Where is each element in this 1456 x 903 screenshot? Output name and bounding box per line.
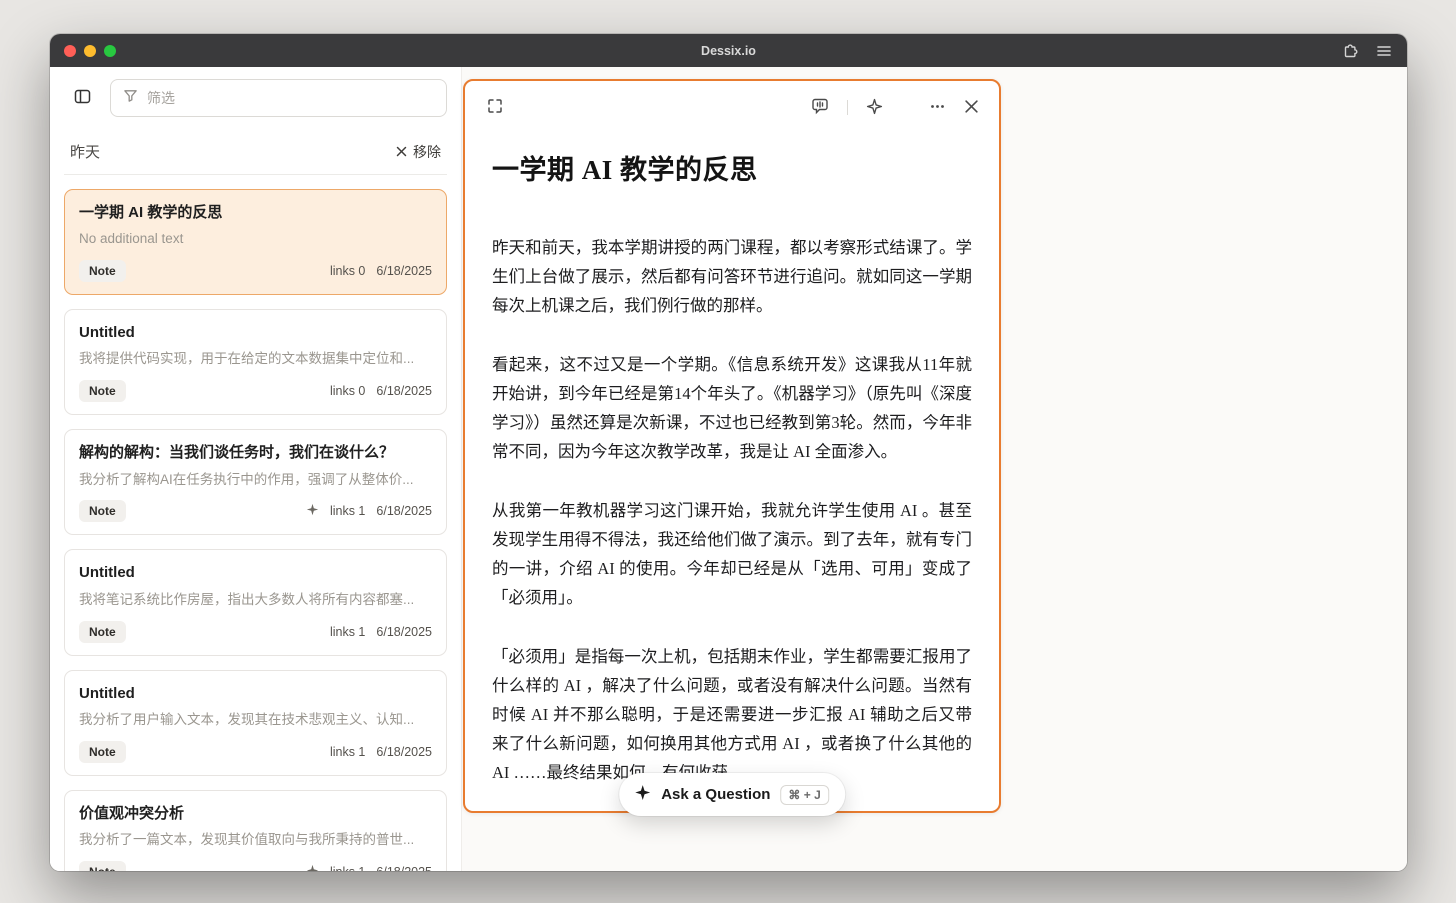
links-count: links 1 [329,504,366,519]
panel-left-icon [73,87,92,109]
note-badge: Note [79,740,126,763]
document-toolbar [465,81,999,122]
close-icon [964,99,979,117]
links-count: links 1 [329,744,366,759]
note-badge: Note [79,260,126,283]
sparkle-icon [866,98,883,118]
note-badge: Note [79,380,126,403]
document-paragraph: 看起来，这不过又是一个学期。《信息系统开发》这课我从11年就开始讲，到今年已经是… [492,355,972,461]
close-document-button[interactable] [964,99,979,117]
note-date: 6/18/2025 [376,865,432,871]
document-paragraph: 昨天和前天，我本学期讲授的两门课程，都以考察形式结课了。学生们上台做了展示，然后… [492,238,972,315]
document-body: 一学期 AI 教学的反思 昨天和前天，我本学期讲授的两门课程，都以考察形式结课了… [465,148,999,811]
note-card[interactable]: 价值观冲突分析 我分析了一篇文本，发现其价值取向与我所秉持的普世... Note… [64,789,447,871]
note-card-list: 一学期 AI 教学的反思 No additional text Note lin… [64,189,447,871]
expand-button[interactable] [487,98,503,117]
note-title: Untitled [79,324,135,342]
section-header: 昨天 移除 [64,117,447,175]
note-snippet: 我将提供代码实现，用于在给定的文本数据集中定位和... [79,351,415,367]
note-snippet: 我分析了一篇文本，发现其价值取向与我所秉持的普世... [79,831,415,847]
sidebar: 昨天 移除 一学期 AI 教学的反思 No additional text No… [50,67,462,871]
note-card[interactable]: 一学期 AI 教学的反思 No additional text Note lin… [64,189,447,296]
note-title: 价值观冲突分析 [79,804,185,822]
more-button[interactable] [929,98,946,118]
close-window-button[interactable] [64,44,76,57]
links-count: links 1 [330,865,365,871]
sparkle-icon [306,864,319,871]
document-paragraph: 从我第一年教机器学习这门课开始，我就允许学生使用 AI 。甚至发现学生用得不得法… [492,501,972,607]
note-title: Untitled [79,564,135,582]
voice-button[interactable] [811,97,829,118]
note-snippet: 我将笔记系统比作房屋，指出大多数人将所有内容都塞... [79,591,415,607]
shortcut-badge: ⌘ + J [780,784,829,805]
note-snippet: 我分析了用户输入文本，发现其在技术悲观主义、认知... [79,711,415,727]
ask-question-button[interactable]: Ask a Question ⌘ + J [619,773,845,816]
note-badge: Note [79,500,126,523]
sparkle-icon [634,784,651,805]
links-count: links 1 [329,624,366,639]
ask-question-label: Ask a Question [661,786,771,803]
note-date: 6/18/2025 [376,504,432,519]
toolbar-divider [847,100,848,115]
note-card[interactable]: Untitled 我分析了用户输入文本，发现其在技术悲观主义、认知... Not… [64,669,447,776]
section-label: 昨天 [70,144,101,161]
note-title: 一学期 AI 教学的反思 [79,204,223,221]
close-icon [396,144,407,160]
main-area: 一学期 AI 教学的反思 昨天和前天，我本学期讲授的两门课程，都以考察形式结课了… [462,67,1407,871]
extensions-icon[interactable] [1341,42,1359,60]
links-count: links 0 [329,384,366,399]
note-card[interactable]: Untitled 我将笔记系统比作房屋，指出大多数人将所有内容都塞... Not… [64,549,447,656]
titlebar: Dessix.io [50,34,1407,67]
note-snippet: 我分析了解构AI在任务执行中的作用，强调了从整体价... [79,471,414,487]
note-date: 6/18/2025 [376,264,432,279]
filter-icon [123,88,138,108]
voice-icon [811,97,829,118]
note-badge: Note [79,620,126,643]
document-paragraph: 「必须用」是指每一次上机，包括期末作业，学生都需要汇报用了什么样的 AI ，解决… [492,647,972,782]
app-window: Dessix.io 筛选 昨天 移除 一学期 AI 教学的反思 No addit… [50,34,1407,871]
sparkle-icon [306,503,319,519]
remove-label: 移除 [413,143,441,160]
window-title: Dessix.io [701,43,756,58]
note-date: 6/18/2025 [376,384,432,399]
links-count: links 0 [329,264,366,279]
ellipsis-icon [929,98,946,118]
minimize-window-button[interactable] [84,44,96,57]
filter-input-wrapper[interactable] [110,79,447,117]
note-card[interactable]: 解构的解构：当我们谈任务时，我们在谈什么？ 我分析了解构AI在任务执行中的作用，… [64,429,447,536]
note-card[interactable]: Untitled 我将提供代码实现，用于在给定的文本数据集中定位和... Not… [64,309,447,416]
note-date: 6/18/2025 [376,624,432,639]
expand-icon [487,98,503,117]
sidebar-toggle-button[interactable] [64,80,100,116]
note-date: 6/18/2025 [376,744,432,759]
note-title: Untitled [79,684,135,702]
menu-icon[interactable] [1375,42,1393,60]
zoom-window-button[interactable] [104,44,116,57]
document-title: 一学期 AI 教学的反思 [492,155,758,185]
remove-section-button[interactable]: 移除 [396,142,441,162]
note-title: 解构的解构：当我们谈任务时，我们在谈什么？ [79,444,395,462]
document-panel: 一学期 AI 教学的反思 昨天和前天，我本学期讲授的两门课程，都以考察形式结课了… [463,79,1001,813]
ai-sparkle-button[interactable] [866,98,883,118]
note-badge: Note [79,860,126,871]
filter-input[interactable] [147,90,434,106]
traffic-lights [64,44,116,57]
note-snippet: No additional text [79,231,184,247]
